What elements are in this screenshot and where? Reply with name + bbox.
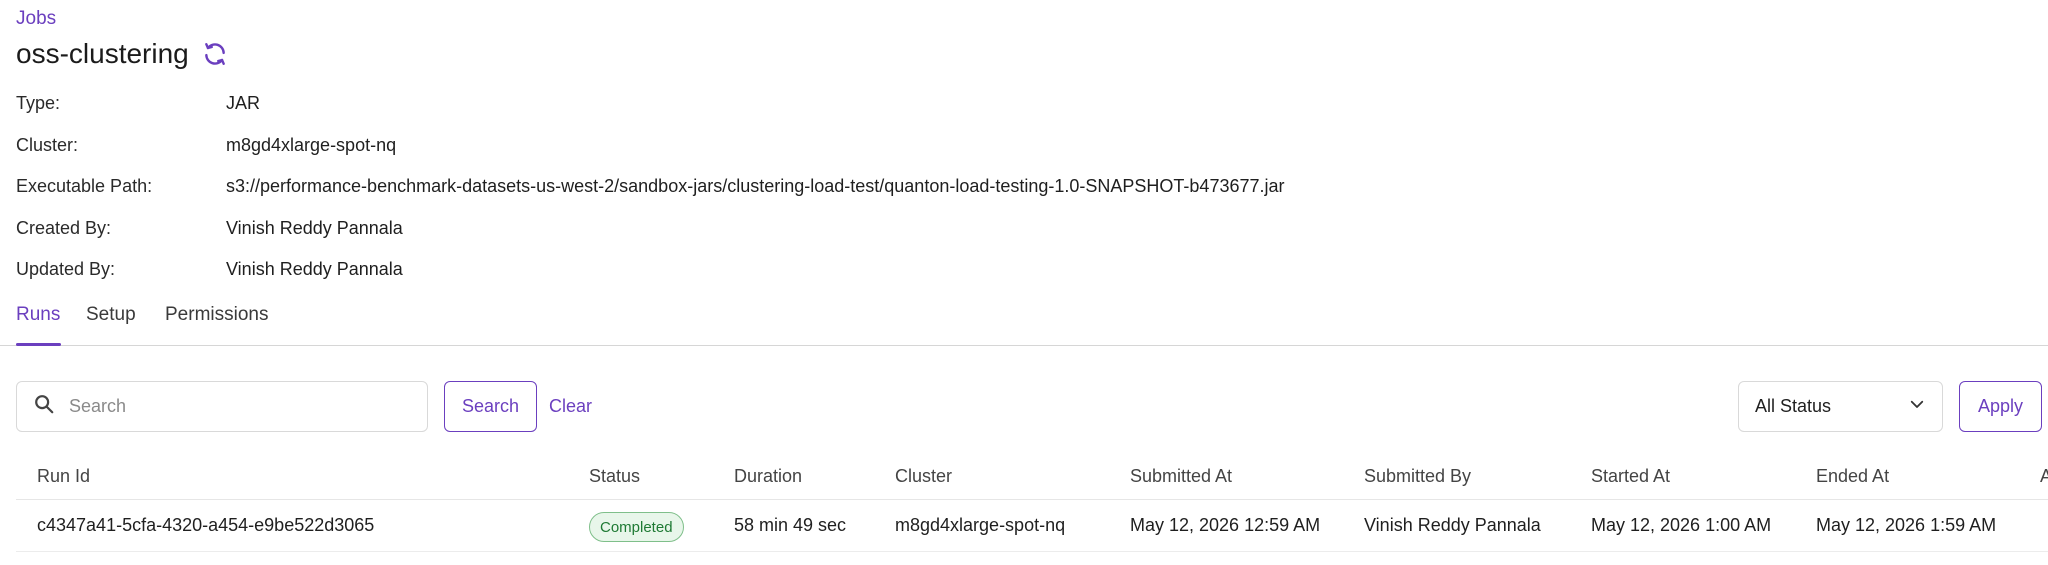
detail-label: Updated By: (16, 259, 116, 279)
detail-label: Type: (16, 93, 61, 113)
chevron-down-icon (1908, 395, 1926, 418)
ended-at-cell: May 12, 2026 1:59 AM (1816, 515, 1997, 535)
refresh-icon[interactable] (201, 40, 229, 68)
submitted-at-cell: May 12, 2026 12:59 AM (1130, 515, 1321, 535)
detail-value-type: JAR (226, 93, 261, 113)
table-row[interactable]: c4347a41-5cfa-4320-a454-e9be522d3065 Com… (16, 500, 2048, 552)
tab-permissions[interactable]: Permissions (165, 304, 268, 326)
title-row: oss-clustering (16, 38, 229, 70)
column-header-ended-at: Ended At (1816, 466, 1890, 486)
search-input[interactable] (69, 396, 409, 417)
tab-runs[interactable]: Runs (16, 304, 60, 326)
column-header-cluster: Cluster (895, 466, 953, 486)
column-header-submitted-by: Submitted By (1364, 466, 1472, 486)
job-details: Type: JAR Cluster: m8gd4xlarge-spot-nq E… (16, 93, 1616, 301)
status-filter-value: All Status (1755, 396, 1832, 416)
runs-table: Run Id Status Duration Cluster Submitted… (16, 458, 2048, 552)
detail-row-updated-by: Updated By: Vinish Reddy Pannala (16, 259, 1616, 301)
cluster-link[interactable]: m8gd4xlarge-spot-nq (226, 135, 396, 156)
detail-row-executable-path: Executable Path: s3://performance-benchm… (16, 176, 1616, 218)
column-header-duration: Duration (734, 466, 803, 486)
search-box (16, 381, 428, 432)
column-header-submitted-at: Submitted At (1130, 466, 1233, 486)
started-at-cell: May 12, 2026 1:00 AM (1591, 515, 1772, 535)
table-header: Run Id Status Duration Cluster Submitted… (16, 458, 2048, 500)
run-id-link[interactable]: c4347a41-5cfa-4320-a454-e9be522d3065 (37, 515, 374, 536)
status-filter-select[interactable]: All Status (1738, 381, 1943, 432)
detail-row-type: Type: JAR (16, 93, 1616, 135)
column-header-status: Status (589, 466, 641, 486)
tab-setup[interactable]: Setup (86, 304, 136, 326)
column-header-run-id: Run Id (37, 466, 91, 486)
duration-cell: 58 min 49 sec (734, 515, 847, 535)
detail-row-created-by: Created By: Vinish Reddy Pannala (16, 218, 1616, 260)
detail-value-executable-path: s3://performance-benchmark-datasets-us-w… (226, 176, 1285, 196)
detail-label: Executable Path: (16, 176, 153, 196)
status-badge: Completed (589, 512, 684, 542)
cluster-cell-link[interactable]: m8gd4xlarge-spot-nq (895, 515, 1065, 536)
tab-bar: Runs Setup Permissions (0, 300, 2048, 346)
page-title: oss-clustering (16, 38, 189, 69)
detail-label: Created By: (16, 217, 112, 238)
submitted-by-cell: Vinish Reddy Pannala (1364, 515, 1541, 535)
column-header-started-at: Started At (1591, 466, 1671, 486)
detail-label: Cluster: (16, 134, 79, 155)
breadcrumb-jobs[interactable]: Jobs (16, 8, 56, 30)
detail-value-updated-by: Vinish Reddy Pannala (226, 259, 403, 279)
column-header-truncated: A (2040, 466, 2048, 486)
search-icon (33, 393, 55, 420)
apply-button[interactable]: Apply (1959, 381, 2042, 432)
detail-value-created-by: Vinish Reddy Pannala (226, 217, 403, 238)
detail-row-cluster: Cluster: m8gd4xlarge-spot-nq (16, 135, 1616, 177)
search-button[interactable]: Search (444, 381, 537, 432)
clear-button[interactable]: Clear (549, 396, 592, 417)
active-tab-indicator (16, 343, 61, 346)
